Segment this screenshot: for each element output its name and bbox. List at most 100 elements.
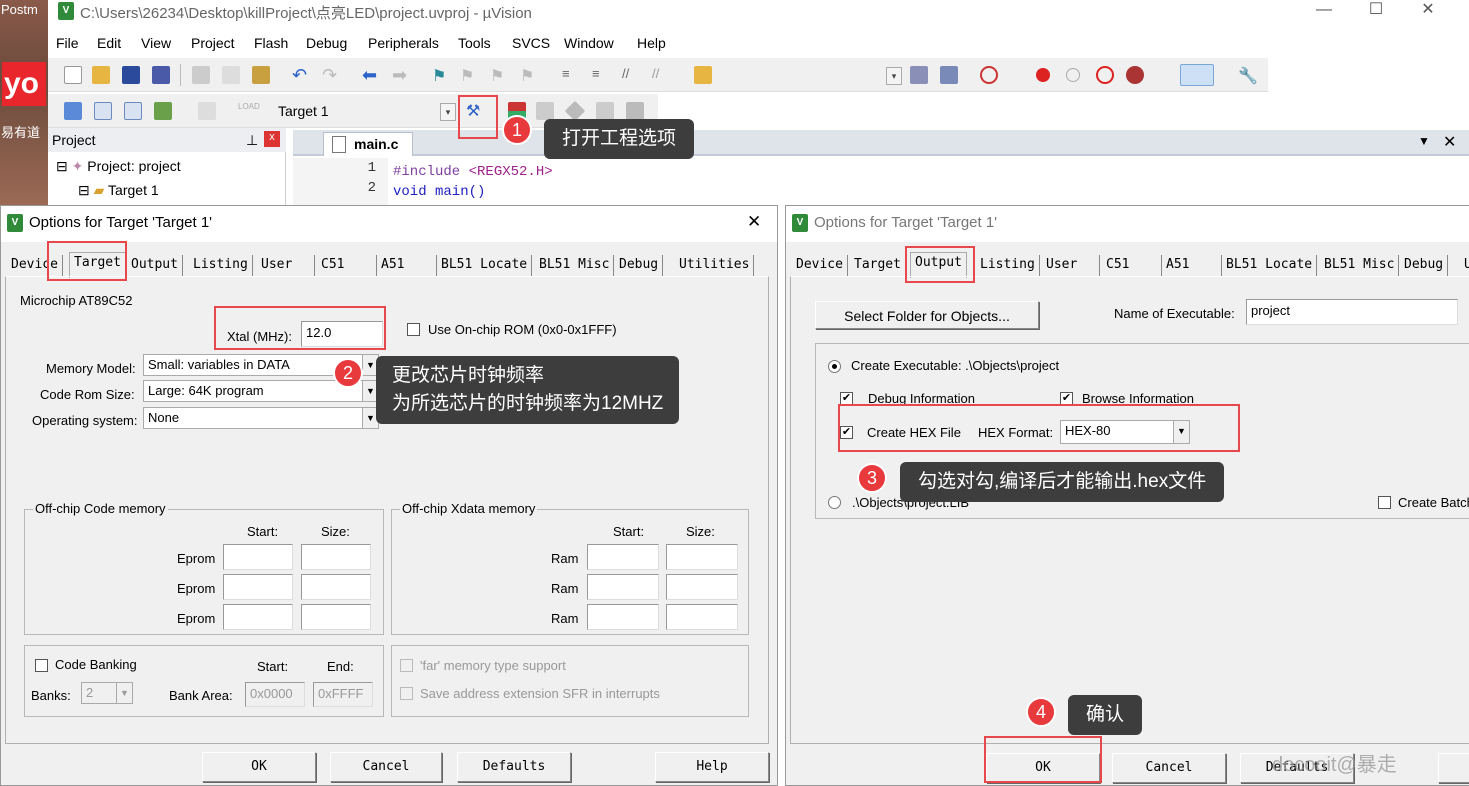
- open-file-icon[interactable]: [92, 66, 110, 84]
- tab-listing[interactable]: Listing: [189, 255, 253, 277]
- tab-u[interactable]: U: [1460, 255, 1469, 277]
- find-icon[interactable]: [910, 66, 928, 84]
- menu-window[interactable]: Window: [564, 35, 614, 51]
- tab-output[interactable]: Output: [910, 252, 967, 278]
- copy-icon[interactable]: [222, 66, 240, 84]
- find-in-files-icon[interactable]: [694, 66, 712, 84]
- menu-debug[interactable]: Debug: [306, 35, 347, 51]
- translate-icon[interactable]: [64, 102, 82, 120]
- close-editor-icon[interactable]: ✕: [1443, 132, 1456, 152]
- menu-edit[interactable]: Edit: [97, 35, 121, 51]
- uncomment-icon[interactable]: //: [652, 66, 670, 84]
- create-hex-checkbox[interactable]: ✔: [840, 426, 853, 439]
- window-layout-icon[interactable]: [1180, 64, 1214, 86]
- bank-end-input[interactable]: 0xFFFF: [313, 682, 373, 707]
- far-memory-checkbox[interactable]: [400, 659, 413, 672]
- configure-icon[interactable]: 🔧: [1238, 66, 1258, 85]
- event-recorder-icon[interactable]: [626, 102, 644, 120]
- tab-debug[interactable]: Debug: [1400, 255, 1449, 277]
- batch-build-icon[interactable]: [154, 102, 172, 120]
- save-all-icon[interactable]: [152, 66, 170, 84]
- save-sfr-checkbox[interactable]: [400, 687, 413, 700]
- menu-flash[interactable]: Flash: [254, 35, 288, 51]
- tab-bl51-locate[interactable]: BL51 Locate: [1222, 255, 1318, 277]
- bookmark-next-icon[interactable]: ⚑: [490, 66, 508, 85]
- ram-size-input[interactable]: [666, 574, 738, 600]
- tab-c51[interactable]: C51: [1102, 255, 1162, 277]
- undo-icon[interactable]: ↶: [292, 66, 310, 84]
- tab-user[interactable]: User: [1042, 255, 1100, 277]
- ram-start-input[interactable]: [587, 604, 659, 630]
- close-button[interactable]: ✕: [1404, 0, 1452, 22]
- target-select[interactable]: Target 1: [272, 101, 457, 123]
- indent-icon[interactable]: ≡: [562, 66, 580, 84]
- code-banking-checkbox[interactable]: [35, 659, 48, 672]
- tab-target[interactable]: Target: [850, 255, 906, 277]
- tab-main-c[interactable]: main.c: [323, 132, 413, 156]
- menu-svcs[interactable]: SVCS: [512, 35, 550, 51]
- kill-breakpoints-icon[interactable]: [1096, 66, 1114, 84]
- code-area[interactable]: #include <REGX52.H> void main(): [393, 162, 553, 202]
- tab-output[interactable]: Output: [127, 255, 183, 277]
- bookmark-icon[interactable]: ⚑: [432, 66, 450, 85]
- eprom-start-input[interactable]: [223, 574, 293, 600]
- build-icon[interactable]: [94, 102, 112, 120]
- menu-project[interactable]: Project: [191, 35, 235, 51]
- download-icon[interactable]: LOAD: [238, 102, 260, 120]
- rebuild-icon[interactable]: [124, 102, 142, 120]
- menu-file[interactable]: File: [56, 35, 79, 51]
- minimize-button[interactable]: —: [1300, 0, 1348, 22]
- new-file-icon[interactable]: [64, 66, 82, 84]
- tab-bl51-misc[interactable]: BL51 Misc: [535, 255, 615, 277]
- defaults-button[interactable]: Defaults: [457, 752, 571, 782]
- tree-project-root[interactable]: ⊟ ✦ Project: project: [56, 158, 181, 175]
- exe-name-input[interactable]: project: [1246, 299, 1458, 325]
- ram-start-input[interactable]: [587, 574, 659, 600]
- tab-utilities[interactable]: Utilities: [675, 255, 755, 277]
- debug-info-checkbox[interactable]: ✔: [840, 392, 853, 405]
- desktop-label-youdao[interactable]: 易有道: [1, 122, 40, 141]
- ram-size-input[interactable]: [666, 604, 738, 630]
- save-icon[interactable]: [122, 66, 140, 84]
- banks-select[interactable]: 2 ▼: [81, 682, 133, 704]
- paste-icon[interactable]: [252, 66, 270, 84]
- close-panel-icon[interactable]: x: [264, 131, 280, 147]
- eprom-start-input[interactable]: [223, 604, 293, 630]
- breakpoint-settings-icon[interactable]: [1126, 66, 1144, 84]
- find-dropdown[interactable]: ▾: [886, 67, 902, 85]
- tab-debug[interactable]: Debug: [615, 255, 664, 277]
- eprom-size-input[interactable]: [301, 544, 371, 570]
- bank-start-input[interactable]: 0x0000: [245, 682, 305, 707]
- select-packs-icon[interactable]: [536, 102, 554, 120]
- ok-button[interactable]: OK: [986, 753, 1100, 783]
- tab-a51[interactable]: A51: [1162, 255, 1222, 277]
- select-folder-button[interactable]: Select Folder for Objects...: [815, 301, 1039, 329]
- desktop-label-postman[interactable]: Postm: [1, 2, 38, 17]
- tab-a51[interactable]: A51: [377, 255, 437, 277]
- pin-icon[interactable]: ⊥: [246, 132, 258, 149]
- pack-installer-icon[interactable]: [596, 102, 614, 120]
- incremental-find-icon[interactable]: [940, 66, 958, 84]
- ram-start-input[interactable]: [587, 544, 659, 570]
- maximize-button[interactable]: ☐: [1352, 0, 1400, 22]
- eprom-size-input[interactable]: [301, 604, 371, 630]
- tab-bl51-locate[interactable]: BL51 Locate: [437, 255, 533, 277]
- hex-format-select[interactable]: HEX-80 ▼: [1060, 420, 1190, 444]
- back-icon[interactable]: ⬅: [362, 66, 380, 84]
- stop-build-icon[interactable]: [198, 102, 216, 120]
- eprom-start-input[interactable]: [223, 544, 293, 570]
- browse-info-checkbox[interactable]: ✔: [1060, 392, 1073, 405]
- menu-tools[interactable]: Tools: [458, 35, 491, 51]
- unindent-icon[interactable]: ≡: [592, 66, 610, 84]
- forward-icon[interactable]: ➡: [392, 66, 410, 84]
- ok-button[interactable]: OK: [202, 752, 316, 782]
- youdao-icon[interactable]: yo: [2, 62, 46, 106]
- tab-bl51-misc[interactable]: BL51 Misc: [1320, 255, 1400, 277]
- tree-target[interactable]: ⊟ ▰ Target 1: [78, 182, 159, 199]
- redo-icon[interactable]: ↷: [322, 66, 340, 84]
- tab-device[interactable]: Device: [7, 255, 63, 277]
- tab-user[interactable]: User: [257, 255, 315, 277]
- tab-c51[interactable]: C51: [317, 255, 377, 277]
- dialog-close-button[interactable]: ✕: [747, 212, 761, 232]
- bookmark-clear-icon[interactable]: ⚑: [520, 66, 538, 85]
